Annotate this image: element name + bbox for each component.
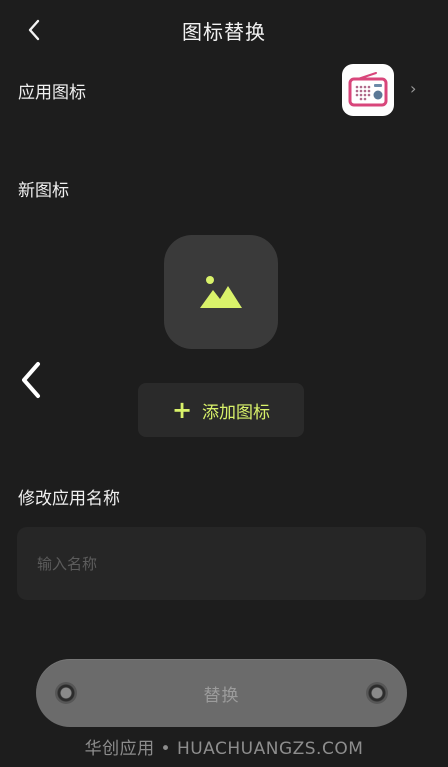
app-icon-thumbnail[interactable] <box>342 64 394 116</box>
radio-icon <box>348 72 388 107</box>
chevron-right-icon: › <box>410 79 417 98</box>
side-back-button[interactable] <box>14 358 48 402</box>
new-icon-placeholder[interactable] <box>164 235 278 349</box>
top-bar: 图标替换 <box>0 0 448 60</box>
button-rivet-right <box>366 682 388 704</box>
app-icon-label: 应用图标 <box>18 83 86 103</box>
plus-icon: + <box>171 396 193 424</box>
image-icon <box>200 276 242 308</box>
button-rivet-left <box>55 682 77 704</box>
add-icon-label: 添加图标 <box>202 402 271 423</box>
chevron-left-icon <box>22 362 40 398</box>
app-name-input[interactable] <box>17 527 426 600</box>
replace-button[interactable]: 替换 <box>36 659 407 727</box>
add-icon-button[interactable]: + 添加图标 <box>138 383 304 437</box>
new-icon-label: 新图标 <box>18 181 69 201</box>
replace-button-label: 替换 <box>203 685 240 706</box>
page-title: 图标替换 <box>182 20 266 44</box>
rename-label: 修改应用名称 <box>18 489 120 509</box>
watermark-text: 华创应用 • HUACHUANGZS.COM <box>84 739 364 759</box>
app-icon-row[interactable]: 应用图标 › <box>0 60 448 118</box>
icon-replace-page: 图标替换 应用图标 › 新图标 + 添加图标 修改应用名称 输入名称 替换 华创… <box>0 0 448 767</box>
